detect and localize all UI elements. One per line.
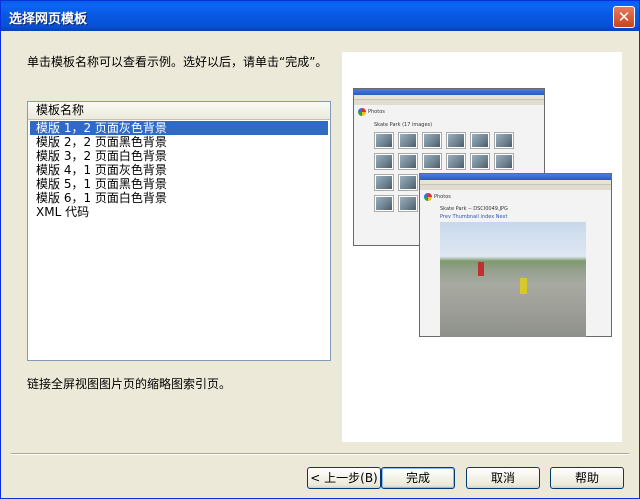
template-preview: Photos Skate Park (17 images) Photos Ska… xyxy=(342,52,622,442)
list-item-template-5[interactable]: 模版 5，1 页面黑色背景 xyxy=(30,177,328,191)
preview-front-links: Prev Thumbnail index Next xyxy=(440,214,508,220)
preview-front-toolbar xyxy=(420,185,611,190)
list-item-template-4[interactable]: 模版 4，1 页面灰色背景 xyxy=(30,163,328,177)
finish-button[interactable]: 完成 xyxy=(381,467,455,489)
skater-figure xyxy=(520,278,527,294)
thumbnail-image xyxy=(375,154,393,169)
thumbnail-image xyxy=(447,133,465,148)
template-description: 链接全屏视图图片页的缩略图索引页。 xyxy=(27,377,232,391)
back-button[interactable]: < 上一步(B) xyxy=(307,467,381,489)
thumbnail-image xyxy=(399,175,417,190)
thumbnail-image xyxy=(423,154,441,169)
thumbnail-image xyxy=(471,154,489,169)
preview-front-logo-text: Photos xyxy=(434,194,451,200)
list-item-template-6[interactable]: 模版 6，1 页面白色背景 xyxy=(30,191,328,205)
preview-back-heading: Skate Park (17 images) xyxy=(374,122,433,128)
thumbnail-image xyxy=(399,196,417,211)
instruction-text: 单击模板名称可以查看示例。选好以后，请单击“完成”。 xyxy=(27,55,328,69)
thumbnail-image xyxy=(495,154,513,169)
thumbnail-image xyxy=(423,133,441,148)
close-icon[interactable]: ✕ xyxy=(613,6,635,28)
photos-logo-icon xyxy=(424,193,432,201)
list-item-xml[interactable]: XML 代码 xyxy=(30,205,328,219)
thumbnail-image xyxy=(447,154,465,169)
thumbnail-image xyxy=(375,175,393,190)
thumbnail-image xyxy=(399,154,417,169)
dialog-content: 单击模板名称可以查看示例。选好以后，请单击“完成”。 模板名称 模版 1，2 页… xyxy=(1,31,639,498)
photos-logo-icon xyxy=(358,108,366,116)
template-list[interactable]: 模板名称 模版 1，2 页面灰色背景 模版 2，2 页面黑色背景 模版 3，2 … xyxy=(27,101,331,361)
preview-full-page: Photos Skate Park -- DSCI0049.JPG Prev T… xyxy=(419,173,612,337)
preview-back-toolbar xyxy=(354,100,544,105)
thumbnail-image xyxy=(471,133,489,148)
preview-back-logo-text: Photos xyxy=(368,109,385,115)
skate-park-photo xyxy=(440,222,586,337)
list-item-template-1[interactable]: 模版 1，2 页面灰色背景 xyxy=(30,121,328,135)
thumbnail-image xyxy=(375,196,393,211)
thumbnail-image xyxy=(495,133,513,148)
thumbnail-image xyxy=(399,133,417,148)
help-button[interactable]: 帮助 xyxy=(550,467,624,489)
template-list-items: 模版 1，2 页面灰色背景 模版 2，2 页面黑色背景 模版 3，2 页面白色背… xyxy=(28,120,330,219)
button-separator xyxy=(11,453,629,455)
window-title: 选择网页模板 xyxy=(9,12,88,27)
skater-figure xyxy=(478,262,484,276)
thumbnail-image xyxy=(375,133,393,148)
dialog-window: 选择网页模板 ✕ 单击模板名称可以查看示例。选好以后，请单击“完成”。 模板名称… xyxy=(0,0,640,499)
list-item-template-3[interactable]: 模版 3，2 页面白色背景 xyxy=(30,149,328,163)
list-column-header[interactable]: 模板名称 xyxy=(28,102,330,120)
cancel-button[interactable]: 取消 xyxy=(466,467,540,489)
list-item-template-2[interactable]: 模版 2，2 页面黑色背景 xyxy=(30,135,328,149)
preview-front-heading: Skate Park -- DSCI0049.JPG xyxy=(440,206,508,212)
title-bar[interactable]: 选择网页模板 ✕ xyxy=(1,1,639,31)
